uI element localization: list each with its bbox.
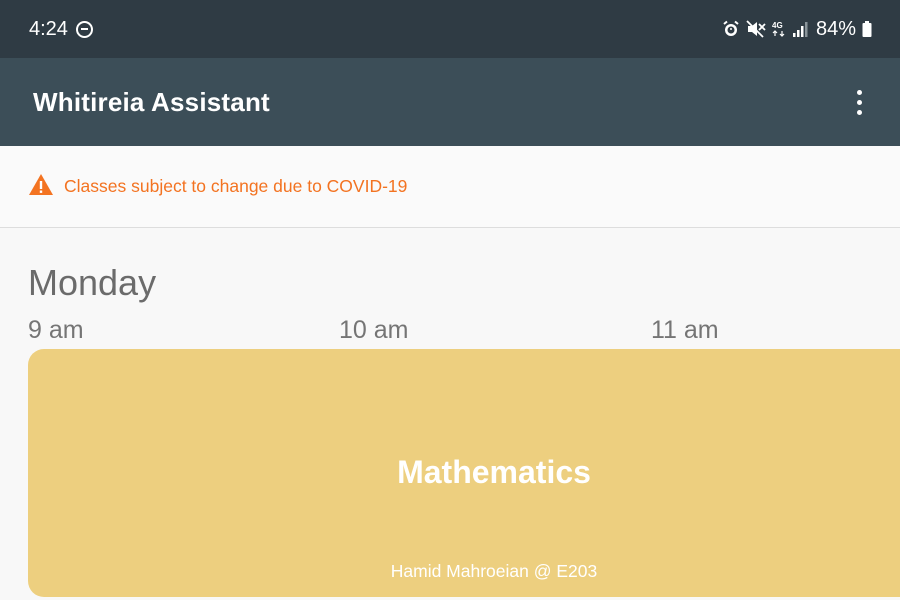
svg-text:4G: 4G — [772, 21, 783, 30]
day-title: Monday — [28, 262, 157, 303]
hour-label-11am: 11 am — [651, 316, 719, 344]
app-title: Whitireia Assistant — [33, 86, 270, 117]
more-vert-icon[interactable] — [851, 86, 868, 119]
do-not-disturb-icon — [75, 20, 93, 38]
battery-percent: 84% — [815, 17, 856, 40]
class-details: Hamid Mahroeian @ E203 — [390, 561, 598, 581]
mute-icon — [746, 20, 766, 38]
class-card-mathematics[interactable]: Mathematics Hamid Mahroeian @ E203 — [28, 349, 900, 597]
status-left: 4:24 — [29, 18, 93, 41]
hour-label-9am: 9 am — [28, 316, 84, 344]
battery-icon — [862, 20, 872, 38]
status-time: 4:24 — [29, 17, 68, 40]
warning-icon — [28, 173, 54, 201]
alarm-icon — [722, 20, 740, 38]
app-bar: Whitireia Assistant — [0, 58, 900, 146]
class-name: Mathematics — [397, 454, 591, 490]
status-right: 4G 84% — [722, 18, 872, 41]
4g-icon: 4G — [772, 20, 786, 38]
signal-icon — [792, 20, 810, 38]
status-bar: 4:24 4G 84% — [0, 0, 900, 58]
notice-text: Classes subject to change due to COVID-1… — [64, 176, 408, 196]
covid-notice-banner: Classes subject to change due to COVID-1… — [0, 146, 900, 228]
hour-label-10am: 10 am — [339, 316, 409, 344]
